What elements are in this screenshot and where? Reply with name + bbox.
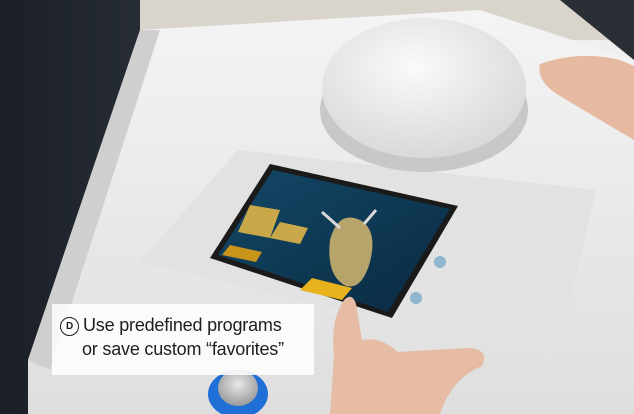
menu-button-icon[interactable] [410,292,422,304]
callout-marker-icon: D [60,317,79,336]
menu-button-icon[interactable] [434,256,446,268]
product-photo: D Use predefined programs or save custom … [0,0,634,414]
dome-cover [322,18,526,158]
control-knob[interactable] [218,370,258,406]
callout-line-2: or save custom “favorites” [82,339,284,359]
callout-text-1: Use predefined programs [83,315,282,335]
callout-line-1: D Use predefined programs [60,313,306,337]
feature-callout: D Use predefined programs or save custom … [52,304,314,375]
